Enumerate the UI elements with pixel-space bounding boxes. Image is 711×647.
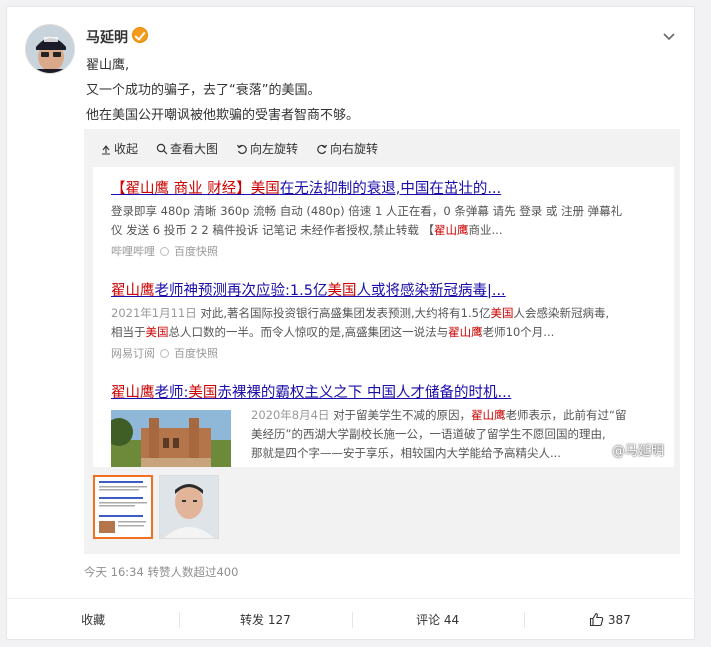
thumbs-up-icon <box>589 612 604 627</box>
snippet-text: 人会感染新冠病毒, <box>513 306 610 320</box>
rotate-right-label: 向右旋转 <box>330 142 379 156</box>
title-highlight: 【翟山鹰 商业 财经】 <box>111 181 251 197</box>
title-highlight: 翟山鹰 <box>111 283 155 299</box>
like-count: 387 <box>607 612 631 627</box>
snippet-highlight: 翟山鹰 <box>434 223 469 237</box>
weibo-logo-icon <box>590 443 607 457</box>
action-bar: 收藏 转发 127 评论 44 387 <box>7 598 696 640</box>
snippet-highlight: 美国 <box>490 306 514 320</box>
snippet-line: 2021年1月11日 对此,著名国际投资银行高盛集团发表预测,大约将有1.5亿美… <box>111 304 666 323</box>
snippet-text: 对此,著名国际投资银行高盛集团发表预测,大约将有1.5亿 <box>200 306 491 320</box>
author-name[interactable]: 马延明 <box>86 27 128 47</box>
image-toolbar: 收起 查看大图 向左旋转 向右旋转 <box>100 140 378 157</box>
search-result: 翟山鹰老师神预测再次应验:1.5亿美国人或将感染新冠病毒|... 2021年1月… <box>111 279 666 361</box>
title-highlight: 美国 <box>188 385 218 401</box>
snippet-text: 老师表示，此前有过“留 <box>505 408 627 422</box>
snippet-text: 仪 发送 6 投币 2 2 稿件投诉 记笔记 未经作者授权,禁止转载 【 <box>111 223 435 237</box>
rotate-right-icon <box>317 144 328 154</box>
result-title: 翟山鹰老师:美国赤裸裸的霸权主义之下 中国人才储备的时机... <box>111 381 666 402</box>
title-highlight: 美国 <box>250 181 280 197</box>
collapse-button[interactable]: 收起 <box>100 140 138 157</box>
post-line: 他在美国公开嘲讽被他欺骗的受害者智商不够。 <box>86 108 360 123</box>
result-snippet: 登录即享 480p 清晰 360p 流畅 自动 (480p) 倍速 1 人正在看… <box>111 202 666 240</box>
post-text: 翟山鹰, 又一个成功的骗子，去了“衰落”的美国。 他在美国公开嘲讽被他欺骗的受害… <box>86 53 359 128</box>
snippet-text: 总人口数的一半。而令人惊叹的是,高盛集团这一说法与 <box>168 325 449 339</box>
title-text: 老师神预测再次应验:1.5亿 <box>154 283 328 299</box>
building-photo <box>111 410 231 467</box>
comment-label: 评论 44 <box>416 613 460 627</box>
like-button[interactable]: 387 <box>523 599 696 640</box>
thumbnail-strip <box>93 475 219 539</box>
search-result: 【翟山鹰 商业 财经】美国在无法抑制的衰退,中国在茁壮的... 登录即享 480… <box>111 177 666 259</box>
snippet-highlight: 翟山鹰 <box>448 325 483 339</box>
thumbnail-search-results[interactable] <box>93 475 153 539</box>
title-highlight: 美国 <box>327 283 357 299</box>
view-large-label: 查看大图 <box>170 142 219 156</box>
avatar[interactable] <box>25 24 75 74</box>
post-line: 又一个成功的骗子，去了“衰落”的美国。 <box>86 83 321 98</box>
snippet-line: 登录即享 480p 清晰 360p 流畅 自动 (480p) 倍速 1 人正在看… <box>111 204 623 218</box>
cache-icon <box>160 246 169 256</box>
result-source: 网易订阅 百度快照 <box>111 345 666 361</box>
snippet-text: 老师10个月... <box>482 325 555 339</box>
collapse-icon <box>102 144 110 155</box>
weibo-post-card: 马延明 翟山鹰, 又一个成功的骗子，去了“衰落”的美国。 他在美国公开嘲讽被他欺… <box>6 6 696 640</box>
favorite-button[interactable]: 收藏 <box>7 599 179 640</box>
rotate-left-button[interactable]: 向左旋转 <box>236 140 298 157</box>
chevron-down-icon[interactable] <box>662 29 676 43</box>
result-title: 【翟山鹰 商业 财经】美国在无法抑制的衰退,中国在茁壮的... <box>111 177 666 198</box>
snippet-highlight: 翟山鹰 <box>471 408 506 422</box>
snippet-highlight: 美国 <box>145 325 169 339</box>
cache-label: 百度快照 <box>174 347 218 360</box>
snippet-text: 商业... <box>468 223 503 237</box>
result-title: 翟山鹰老师神预测再次应验:1.5亿美国人或将感染新冠病毒|... <box>111 279 666 300</box>
title-highlight: 翟山鹰 <box>111 385 155 401</box>
source-name: 网易订阅 <box>111 347 155 360</box>
cache-label: 百度快照 <box>174 245 218 258</box>
repost-button[interactable]: 转发 127 <box>179 599 351 640</box>
media-viewer: 收起 查看大图 向左旋转 向右旋转 【翟山鹰 商业 财经】美国在无法抑制的衰退,… <box>84 129 680 554</box>
view-large-button[interactable]: 查看大图 <box>156 140 218 157</box>
rotate-left-label: 向左旋转 <box>250 142 299 156</box>
post-timestamp[interactable]: 今天 16:34 转赞人数超过400 <box>84 564 238 580</box>
snippet-line: 2020年8月4日 对于留美学生不减的原因，翟山鹰老师表示，此前有过“留 <box>251 406 666 425</box>
result-source: 哔哩哔哩 百度快照 <box>111 243 666 259</box>
title-text: 赤裸裸的霸权主义之下 中国人才储备的时机... <box>217 385 512 401</box>
title-text: 在无法抑制的衰退,中国在茁壮的... <box>279 181 502 197</box>
post-line: 翟山鹰, <box>86 58 130 73</box>
result-date: 2020年8月4日 <box>251 408 330 422</box>
search-icon <box>156 143 168 154</box>
snippet-line: 相当于美国总人口数的一半。而令人惊叹的是,高盛集团这一说法与翟山鹰老师10个月.… <box>111 323 666 342</box>
repost-label: 转发 127 <box>240 613 291 627</box>
collapse-label: 收起 <box>114 142 139 156</box>
search-results-image[interactable]: 【翟山鹰 商业 财经】美国在无法抑制的衰退,中国在茁壮的... 登录即享 480… <box>93 167 674 467</box>
rotate-right-button[interactable]: 向右旋转 <box>316 140 378 157</box>
snippet-line: 仪 发送 6 投币 2 2 稿件投诉 记笔记 未经作者授权,禁止转载 【翟山鹰商… <box>111 221 666 240</box>
watermark: @马延明 <box>590 440 664 459</box>
rotate-left-icon <box>237 144 247 154</box>
snippet-text: 相当于 <box>111 325 146 339</box>
comment-button[interactable]: 评论 44 <box>351 599 524 640</box>
thumbnail-portrait[interactable] <box>159 475 219 539</box>
favorite-label: 收藏 <box>81 613 106 627</box>
watermark-text: @马延明 <box>611 444 664 459</box>
source-name: 哔哩哔哩 <box>111 245 155 258</box>
cache-icon <box>160 348 169 358</box>
title-text: 人或将感染新冠病毒|... <box>356 283 506 299</box>
result-snippet: 2021年1月11日 对此,著名国际投资银行高盛集团发表预测,大约将有1.5亿美… <box>111 304 666 342</box>
snippet-text: 对于留美学生不减的原因， <box>333 408 472 422</box>
verified-badge-icon <box>132 27 148 43</box>
title-text: 老师: <box>154 385 189 401</box>
result-date: 2021年1月11日 <box>111 306 197 320</box>
